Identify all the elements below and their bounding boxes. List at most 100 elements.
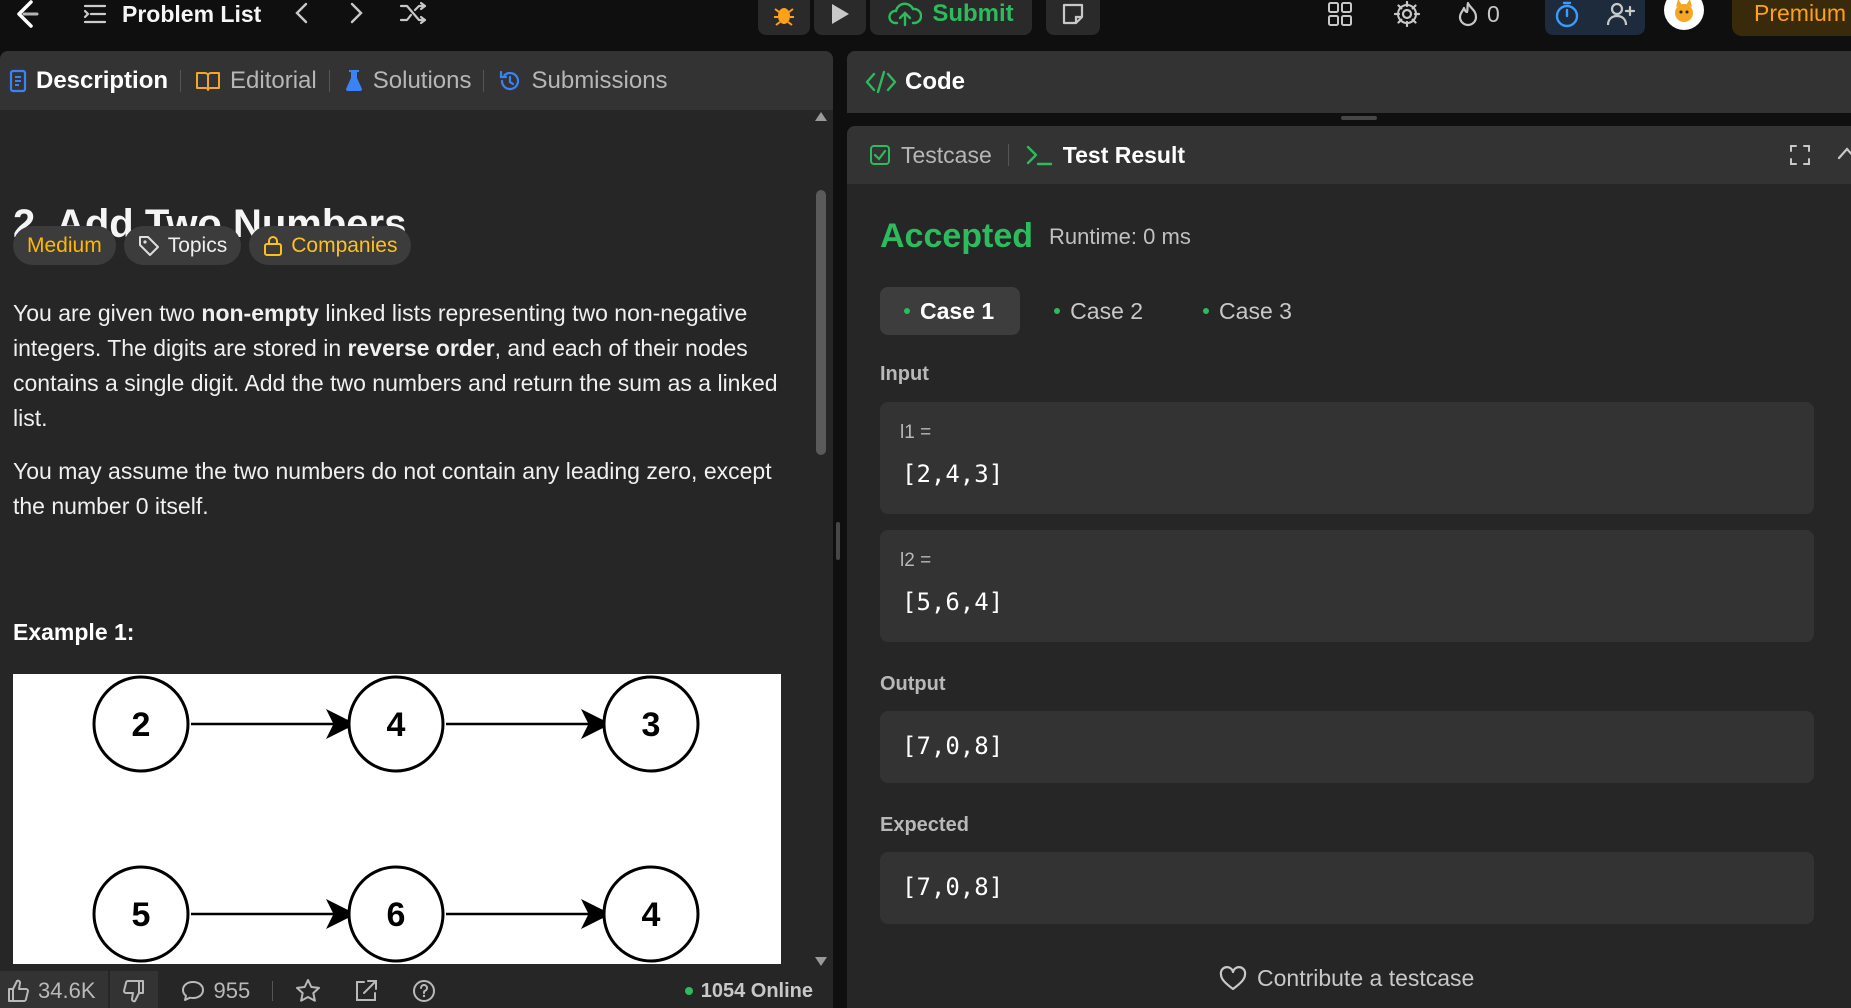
- output-box[interactable]: [7,0,8]: [880, 711, 1814, 783]
- code-panel-header: Code: [847, 51, 1851, 113]
- case-tab-3[interactable]: Case 3: [1179, 287, 1318, 335]
- share-icon[interactable]: [353, 978, 379, 1004]
- description-paragraph: You are given two non-empty linked lists…: [13, 300, 778, 431]
- online-count-label: 1054 Online: [700, 979, 813, 1002]
- input-label: Input: [880, 363, 929, 385]
- problem-chips: Medium Topics Companies: [13, 226, 412, 265]
- output-label: Output: [880, 673, 946, 695]
- avatar[interactable]: [1664, 0, 1704, 30]
- footer-divider: [272, 981, 274, 1001]
- description-footer: 34.6K 955 1054 Online: [0, 971, 833, 1008]
- companies-chip[interactable]: Companies: [249, 226, 412, 265]
- pass-dot: [1203, 308, 1210, 314]
- premium-button[interactable]: Premium: [1732, 0, 1851, 36]
- contribute-label: Contribute a testcase: [1257, 965, 1475, 991]
- fullscreen-icon[interactable]: [1788, 143, 1812, 167]
- note-icon: [1062, 3, 1084, 24]
- tab-submissions[interactable]: Submissions: [498, 67, 679, 95]
- tab-editorial[interactable]: Editorial: [195, 67, 329, 95]
- shuffle-icon[interactable]: [398, 0, 428, 26]
- comments-button[interactable]: 955: [180, 978, 250, 1004]
- pass-dot: [1054, 308, 1061, 314]
- dislike-button[interactable]: [109, 971, 158, 1008]
- heart-icon: [1219, 965, 1247, 990]
- debug-button[interactable]: [758, 0, 810, 35]
- next-problem-icon[interactable]: [344, 0, 370, 26]
- node-value: 2: [132, 706, 151, 744]
- tab-submissions-label: Submissions: [531, 66, 668, 94]
- tag-icon: [138, 235, 159, 256]
- timer-icon[interactable]: [1554, 0, 1580, 28]
- result-tabs: Testcase Test Result: [847, 126, 1851, 184]
- test-result-panel: Testcase Test Result Accepted Runtime: 0…: [847, 126, 1851, 1008]
- topics-label: Topics: [167, 233, 228, 257]
- description-paragraph: You may assume the two numbers do not co…: [13, 458, 772, 519]
- case-tab-2[interactable]: Case 2: [1030, 287, 1169, 335]
- scroll-down-arrow-icon[interactable]: [814, 956, 828, 968]
- result-status: Accepted: [880, 217, 1034, 255]
- thumbs-down-icon: [122, 980, 144, 1003]
- layout-grid-icon[interactable]: [1326, 0, 1354, 28]
- fire-icon: [1458, 1, 1478, 27]
- like-button[interactable]: 34.6K: [0, 971, 108, 1008]
- prev-problem-icon[interactable]: [288, 0, 314, 26]
- cloud-upload-icon: [888, 2, 923, 26]
- case-label: Case 2: [1070, 297, 1144, 324]
- star-icon[interactable]: [295, 978, 321, 1004]
- variable-value: [5,6,4]: [902, 588, 1004, 616]
- runtime-label: Runtime: 0 ms: [1049, 224, 1191, 249]
- notes-button[interactable]: [1046, 0, 1100, 35]
- tab-description-label: Description: [36, 66, 169, 94]
- problem-list-button[interactable]: Problem List: [82, 0, 261, 28]
- scrollbar-thumb[interactable]: [816, 190, 826, 455]
- run-button[interactable]: [814, 0, 866, 35]
- contribute-testcase-link[interactable]: Contribute a testcase: [1219, 965, 1474, 992]
- chevron-up-icon[interactable]: [1836, 143, 1851, 165]
- description-scrollbar[interactable]: [813, 110, 829, 980]
- variable-name: l2 =: [900, 550, 932, 571]
- history-icon: [500, 70, 520, 90]
- difficulty-label: Medium: [27, 233, 102, 257]
- pass-dot: [904, 308, 910, 314]
- tab-editorial-label: Editorial: [230, 66, 317, 94]
- node-value: 5: [132, 896, 151, 934]
- tab-testcase[interactable]: Testcase: [869, 142, 992, 169]
- settings-gear-icon[interactable]: [1393, 0, 1421, 28]
- code-tab[interactable]: Code: [865, 68, 965, 96]
- bug-icon: [774, 7, 794, 26]
- description-tabs: Description Editorial Solutions Submissi…: [0, 51, 833, 110]
- tab-divider: [180, 69, 182, 92]
- description-panel: Description Editorial Solutions Submissi…: [0, 51, 833, 1008]
- case-tab-1[interactable]: Case 1: [880, 287, 1021, 335]
- vertical-resize-handle[interactable]: [836, 522, 840, 560]
- tab-divider: [328, 69, 330, 92]
- difficulty-badge: Medium: [13, 226, 116, 265]
- checkbox-icon: [870, 145, 890, 165]
- scroll-up-arrow-icon[interactable]: [814, 110, 828, 122]
- problem-list-label: Problem List: [122, 0, 262, 27]
- flask-icon: [345, 69, 362, 91]
- submit-button[interactable]: Submit: [870, 0, 1032, 35]
- premium-label: Premium: [1754, 0, 1847, 26]
- document-icon: [9, 69, 27, 92]
- tab-test-result[interactable]: Test Result: [1025, 142, 1185, 169]
- tab-solutions[interactable]: Solutions: [344, 67, 484, 95]
- tab-description[interactable]: Description: [9, 67, 180, 95]
- case-tabs: Case 1 Case 2 Case 3: [880, 287, 1318, 335]
- input-box-l1[interactable]: l1 = [2,4,3]: [880, 402, 1814, 514]
- online-count: 1054 Online: [684, 979, 813, 1003]
- streak-counter[interactable]: 0: [1457, 0, 1500, 28]
- node-value: 3: [642, 706, 661, 744]
- node-value: 6: [387, 896, 406, 934]
- help-icon[interactable]: [411, 978, 437, 1004]
- horizontal-resize-handle[interactable]: [1341, 116, 1377, 120]
- streak-count: 0: [1487, 0, 1500, 27]
- like-count: 34.6K: [38, 978, 96, 1003]
- input-box-l2[interactable]: l2 = [5,6,4]: [880, 530, 1814, 642]
- add-user-icon[interactable]: [1606, 1, 1636, 27]
- node-value: 4: [642, 896, 661, 934]
- leetcode-logo-icon[interactable]: [6, 0, 46, 28]
- topics-chip[interactable]: Topics: [123, 226, 242, 265]
- list-icon: [83, 4, 107, 24]
- expected-box[interactable]: [7,0,8]: [880, 852, 1814, 924]
